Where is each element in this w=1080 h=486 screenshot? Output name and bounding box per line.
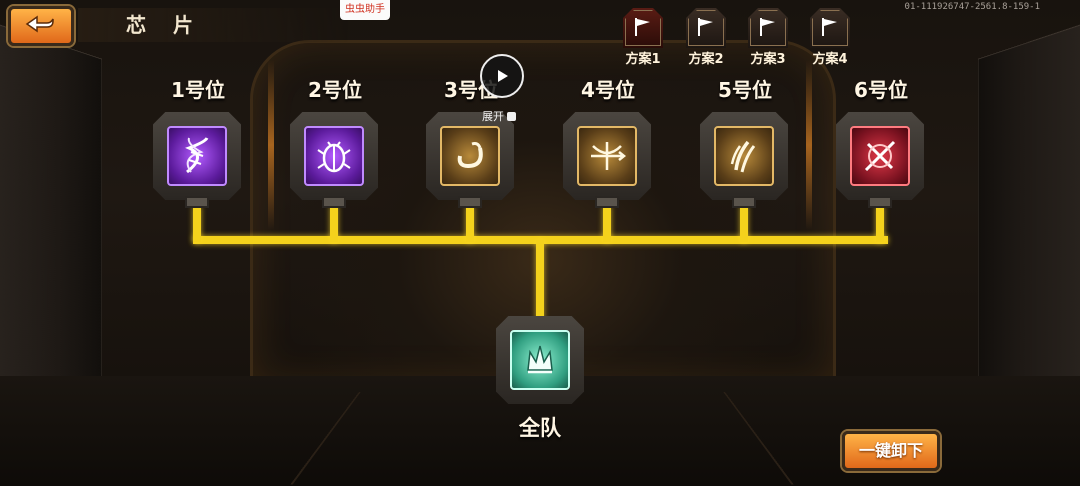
flag-icon xyxy=(686,8,726,48)
connector-team xyxy=(536,240,544,320)
connector-2 xyxy=(330,206,338,242)
flag-icon xyxy=(810,8,850,48)
page-title: 芯 片 xyxy=(126,13,203,37)
expand-icon xyxy=(507,111,516,121)
chip-slot-1[interactable] xyxy=(153,112,241,200)
corridor-light-left xyxy=(268,60,274,230)
plan-label: 方案3 xyxy=(750,52,786,67)
play-icon xyxy=(498,70,508,82)
chip-connector-foot xyxy=(458,196,482,208)
play-button[interactable] xyxy=(480,54,524,98)
plan-tab-1[interactable]: 方案1 xyxy=(613,8,673,68)
chip-connector-foot xyxy=(595,196,619,208)
slot-label-1: 1号位 xyxy=(171,78,225,102)
plan-label: 方案1 xyxy=(625,52,661,67)
corridor-light-right xyxy=(806,60,812,230)
slot-label-5: 5号位 xyxy=(718,78,772,102)
chip-connector-foot xyxy=(322,196,346,208)
chip-connector-foot xyxy=(732,196,756,208)
plan-tab-3[interactable]: 方案3 xyxy=(738,8,798,68)
crown-icon xyxy=(510,330,570,390)
back-arrow-icon xyxy=(25,15,54,33)
chip-slot-3[interactable] xyxy=(426,112,514,200)
plan-label: 方案4 xyxy=(812,52,848,67)
chip-slot-5[interactable] xyxy=(700,112,788,200)
chip-connector-foot xyxy=(185,196,209,208)
chip-slot-6[interactable] xyxy=(836,112,924,200)
helper-tag[interactable]: 虫虫助手 xyxy=(340,0,390,20)
claw-slash-icon xyxy=(714,126,774,186)
team-slot-label: 全队 xyxy=(519,416,561,440)
chip-slot-4[interactable] xyxy=(563,112,651,200)
slot-label-6: 6号位 xyxy=(854,78,908,102)
back-button[interactable] xyxy=(8,6,74,46)
chip-slot-2[interactable] xyxy=(290,112,378,200)
expand-label: 展开 xyxy=(482,110,504,123)
connector-4 xyxy=(603,206,611,242)
expand-link[interactable]: 展开 xyxy=(482,108,516,124)
plan-label: 方案2 xyxy=(688,52,724,67)
plan-tab-2[interactable]: 方案2 xyxy=(676,8,736,68)
build-id-text: 01-111926747-2561.8-159-1 xyxy=(904,2,1040,12)
connector-3 xyxy=(466,206,474,242)
plan-tab-4[interactable]: 方案4 xyxy=(800,8,860,68)
header-bar xyxy=(78,8,348,42)
slot-label-2: 2号位 xyxy=(308,78,362,102)
flag-icon xyxy=(748,8,788,48)
unequip-all-button[interactable]: 一键卸下 xyxy=(842,431,940,471)
crossed-blades-icon xyxy=(850,126,910,186)
crossbow-icon xyxy=(577,126,637,186)
chip-slot-team[interactable] xyxy=(496,316,584,404)
connector-5 xyxy=(740,206,748,242)
beetle-icon xyxy=(304,126,364,186)
connector-1 xyxy=(193,206,201,242)
chip-connector-foot xyxy=(868,196,892,208)
slot-label-4: 4号位 xyxy=(581,78,635,102)
flag-icon xyxy=(623,8,663,48)
swirl-icon xyxy=(440,126,500,186)
connector-6 xyxy=(876,206,884,242)
chip-screen: 芯 片 虫虫助手 01-111926747-2561.8-159-1 方案1 方… xyxy=(0,0,1080,486)
dna-icon xyxy=(167,126,227,186)
